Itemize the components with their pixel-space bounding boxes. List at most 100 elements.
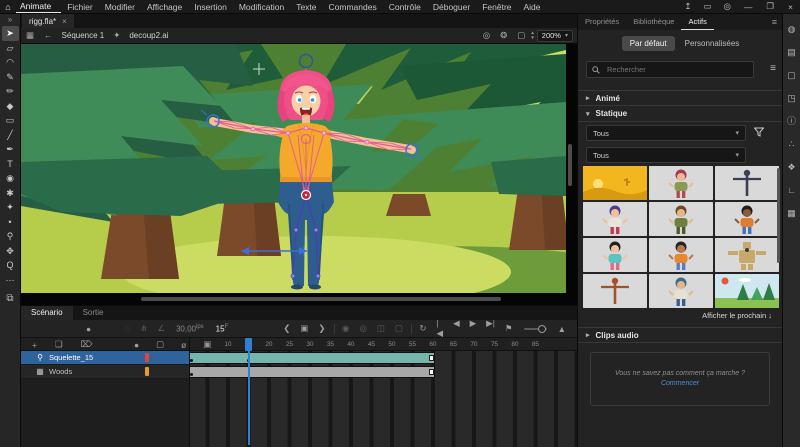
section-statique[interactable]: ▾ Statique xyxy=(578,106,783,122)
category-dropdown[interactable]: Tous ▾ xyxy=(586,125,746,141)
menu-affichage[interactable]: Affichage xyxy=(141,2,188,12)
rectangle-tool[interactable]: ▭ xyxy=(2,113,19,128)
bone-tool[interactable]: ⚲ xyxy=(2,229,19,244)
timeline-ruler[interactable]: 510152025303540455055606570758085 xyxy=(21,338,577,351)
asset-thumbnail-robot-tan[interactable] xyxy=(715,238,779,272)
onion-range-icon[interactable]: ◫ xyxy=(372,323,390,334)
frame-picker-panel-icon[interactable]: ▢ xyxy=(787,64,796,87)
keyframe-dot[interactable] xyxy=(189,372,194,376)
assets-panel-icon[interactable]: ◍ xyxy=(788,18,796,41)
center-frame-icon[interactable]: ▣ xyxy=(295,323,313,334)
span-end-marker[interactable] xyxy=(429,355,434,361)
text-tool[interactable]: T xyxy=(2,157,19,172)
menu-texte[interactable]: Texte xyxy=(290,2,322,12)
timeline-record-icon[interactable]: ● xyxy=(81,324,96,334)
asset-thumbnail-forest-scene[interactable] xyxy=(715,274,779,308)
workspace-switcher-icon[interactable]: ▭ xyxy=(697,1,717,11)
resize-frames-icon[interactable]: ▲ xyxy=(553,324,571,334)
assets-scrollbar[interactable] xyxy=(777,168,780,263)
marker-icon[interactable]: ⚑ xyxy=(500,323,518,334)
export-panel-icon[interactable]: ◳ xyxy=(787,87,796,110)
loop-icon[interactable]: ↻ xyxy=(414,323,431,334)
edit-multiple-frames-icon[interactable]: ▢ xyxy=(390,323,408,334)
span-end-marker[interactable] xyxy=(429,369,434,375)
layer-color-chip[interactable] xyxy=(145,367,149,376)
stage-vertical-scrollbar[interactable] xyxy=(568,144,572,186)
timeline-hierarchy-icon[interactable]: ⋔ xyxy=(135,323,152,334)
shape-brush-tool[interactable]: ◆ xyxy=(2,99,19,114)
asset-thumbnail-girl-orange[interactable] xyxy=(715,202,779,236)
keyboard-panel-icon[interactable]: ▦ xyxy=(787,202,796,225)
fluid-brush-tool[interactable]: ✎ xyxy=(2,70,19,85)
menu-insertion[interactable]: Insertion xyxy=(188,2,233,12)
scene-clapper-icon[interactable]: ▦ xyxy=(21,30,39,40)
step-back-icon[interactable]: ◀ xyxy=(448,318,465,339)
timeline-eye-icon[interactable]: ◌ xyxy=(120,323,135,334)
menu-fenêtre[interactable]: Fenêtre xyxy=(476,2,517,12)
slider-knob[interactable] xyxy=(537,324,546,333)
panel-tab-bibliothèque[interactable]: Bibliothèque xyxy=(626,14,681,30)
frame-rate-value[interactable]: 30,00ips xyxy=(170,324,210,334)
zoom-level-select[interactable]: 200% ▾ xyxy=(536,29,573,42)
asset-thumbnail-boy-cap[interactable] xyxy=(649,274,713,308)
play-icon[interactable]: ▶ xyxy=(465,318,482,339)
panel-tab-propriétés[interactable]: Propriétés xyxy=(578,14,626,30)
asset-warp-tool[interactable]: ✦ xyxy=(2,200,19,215)
info-panel-icon[interactable]: ⓘ xyxy=(787,110,796,133)
history-panel-icon[interactable]: ∴ xyxy=(789,133,795,156)
free-transform-tool[interactable]: ▱ xyxy=(2,41,19,56)
window-restore-button[interactable]: ❐ xyxy=(759,1,781,12)
timeline-graph-icon[interactable]: ∠ xyxy=(152,323,170,334)
menu-fichier[interactable]: Fichier xyxy=(61,2,99,12)
asset-thumbnail-boy-afro[interactable] xyxy=(649,238,713,272)
filter-default-button[interactable]: Par défaut xyxy=(621,36,675,51)
pencil-tool[interactable]: ✏ xyxy=(2,84,19,99)
subcategory-dropdown[interactable]: Tous ▾ xyxy=(586,147,746,163)
panel-menu-icon[interactable]: ≡ xyxy=(766,17,783,27)
breadcrumb-symbol[interactable]: decoup2.ai xyxy=(125,31,172,40)
timeline-tab-sortie[interactable]: Sortie xyxy=(73,306,114,320)
window-minimize-button[interactable]: — xyxy=(737,2,760,12)
timeline-tab-scénario[interactable]: Scénario xyxy=(21,306,73,320)
center-stage-icon[interactable]: ▢ xyxy=(512,30,530,40)
filter-funnel-icon[interactable] xyxy=(754,127,764,137)
lasso-tool[interactable]: ◠ xyxy=(2,55,19,70)
menu-déboguer[interactable]: Déboguer xyxy=(427,2,476,12)
frame-span[interactable] xyxy=(189,366,435,378)
stage-horizontal-scrollbar[interactable] xyxy=(141,297,501,301)
asset-thumbnail-girl-blue[interactable] xyxy=(583,202,647,236)
zoom-fit-icon[interactable]: ◎ xyxy=(478,30,495,40)
onion-skin-icon[interactable]: ❂ xyxy=(495,30,512,40)
more-tools[interactable]: ⋯ xyxy=(2,273,19,288)
playhead-line[interactable] xyxy=(248,338,250,445)
zoom-tool[interactable]: Q xyxy=(2,258,19,273)
asset-thumbnail-boy-olive[interactable] xyxy=(649,202,713,236)
show-next-link[interactable]: Afficher le prochain ↓ xyxy=(702,311,772,320)
pasteboard-toggle-icon[interactable]: ⧉ xyxy=(6,293,13,304)
layer-color-chip[interactable] xyxy=(145,353,149,362)
next-keyframe-icon[interactable]: ❯ xyxy=(313,323,330,334)
frame-span[interactable] xyxy=(189,352,435,364)
timeline-zoom-slider[interactable] xyxy=(523,324,547,333)
width-tool[interactable]: • xyxy=(2,215,19,230)
share-icon[interactable]: ↥ xyxy=(678,1,697,11)
breadcrumb-scene[interactable]: Séquence 1 xyxy=(58,31,109,40)
section-anime[interactable]: ▸ Animé xyxy=(578,90,783,106)
current-frame-value[interactable]: 15F xyxy=(210,324,235,334)
asset-thumbnail-rig-dark[interactable] xyxy=(715,166,779,200)
selection-tool[interactable]: ➤ xyxy=(1,26,19,41)
library-panel-icon[interactable]: ▤ xyxy=(787,41,796,64)
menu-modifier[interactable]: Modifier xyxy=(99,2,141,12)
home-icon[interactable]: ⌂ xyxy=(0,2,16,12)
menu-contrôle[interactable]: Contrôle xyxy=(383,2,427,12)
search-box[interactable] xyxy=(586,61,754,78)
asset-thumbnail-girl-teal[interactable] xyxy=(583,238,647,272)
document-tab[interactable]: rigg.fla* × xyxy=(22,14,74,28)
go-first-frame-icon[interactable]: |◀ xyxy=(432,318,449,339)
menu-aide[interactable]: Aide xyxy=(518,2,547,12)
pen-tool[interactable]: ✒ xyxy=(2,142,19,157)
asset-thumbnail-rig-red[interactable] xyxy=(583,274,647,308)
stage-canvas[interactable] xyxy=(21,44,577,305)
toolbar-collapse-icon[interactable]: » xyxy=(8,14,12,26)
hand-tool[interactable]: ✥ xyxy=(2,244,19,259)
